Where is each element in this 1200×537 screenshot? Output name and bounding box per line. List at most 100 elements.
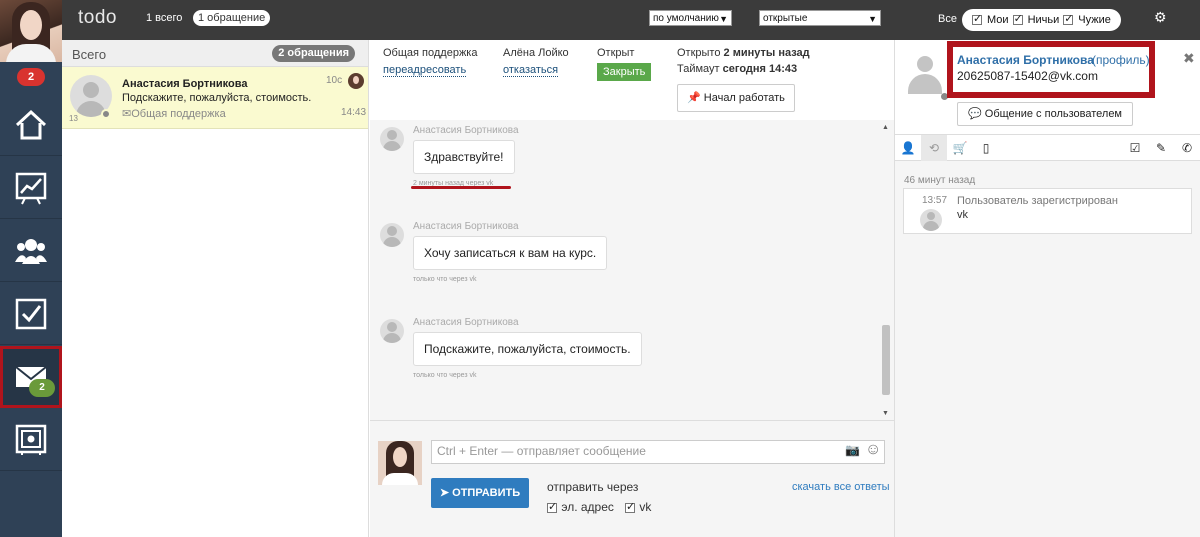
sender-avatar: [380, 223, 404, 247]
safe-icon: [15, 424, 47, 455]
sort-select[interactable]: по умолчанию ▼: [649, 10, 732, 26]
ticket-panel: Общая поддержка переадресовать Алёна Лой…: [370, 40, 894, 537]
scroll-down-icon[interactable]: ▼: [882, 410, 889, 417]
send-via-email[interactable]: эл. адрес: [547, 500, 614, 514]
user-tabs: 👤 ⟲ 🛒 ▯ ☑ ✎ ✆: [895, 134, 1200, 161]
queue-name: Общая поддержка: [131, 108, 226, 120]
message-author: Анастасия Бортникова: [413, 317, 519, 328]
message-author: Анастасия Бортникова: [413, 221, 519, 232]
timeout-info: Таймаут сегодня 14:43: [677, 63, 810, 75]
forward-link[interactable]: переадресовать: [383, 64, 467, 77]
emoji-icon[interactable]: ☺: [865, 441, 881, 459]
status-select[interactable]: открытые ▼: [759, 10, 881, 26]
time-ago: 10с: [326, 75, 343, 86]
sender-avatar: [380, 319, 404, 343]
agent-name: Алёна Лойко: [503, 47, 569, 59]
offline-status-dot: [101, 109, 111, 119]
notification-badge[interactable]: 2: [17, 68, 45, 86]
agent-mini-avatar: [348, 73, 364, 89]
download-replies-link[interactable]: скачать все ответы: [792, 481, 890, 493]
close-ticket-button[interactable]: Закрыть: [597, 63, 652, 81]
contact-name: Анастасия Бортникова: [122, 78, 248, 90]
user-icon[interactable]: 👤: [895, 135, 921, 161]
open-count-pill[interactable]: 1 обращение: [193, 10, 271, 26]
reply-composer: Ctrl + Enter — отправляет сообщение 📷 ☺ …: [370, 420, 894, 537]
rail-mail[interactable]: 2: [0, 346, 62, 408]
user-email: 20625087-15402@vk.com: [957, 69, 1098, 83]
send-button[interactable]: ➤ ОТПРАВИТЬ: [431, 478, 529, 508]
email-option-label: эл. адрес: [561, 500, 614, 514]
chat-with-user-button[interactable]: 💬 Общение с пользователем: [957, 102, 1133, 126]
pencil-icon[interactable]: ✎: [1148, 135, 1174, 161]
rail-tasks[interactable]: [0, 283, 62, 345]
history-time-heading: 46 минут назад: [904, 175, 976, 186]
status-label: Открыт: [597, 47, 635, 59]
user-panel: Анастасия Бортникова (профиль) 20625087-…: [894, 40, 1200, 537]
top-bar: todo 1 всего 1 обращение по умолчанию ▼ …: [62, 0, 1200, 40]
history-icon[interactable]: ⟲: [921, 135, 947, 161]
filter-others-label: Чужие: [1078, 14, 1111, 26]
message-author: Анастасия Бортникова: [413, 125, 519, 136]
tasks-icon: [15, 298, 47, 329]
left-rail: 2 2: [0, 0, 62, 537]
message-snippet: Подскажите, пожалуйста, стоимость.: [122, 92, 312, 104]
event-time: 13:57: [922, 195, 948, 206]
message-meta: только что через vk: [413, 276, 477, 283]
filter-others-checkbox[interactable]: [1063, 12, 1073, 25]
message-bubble: Здравствуйте!: [413, 140, 515, 174]
opened-prefix: Открыто: [677, 47, 721, 59]
user-profile-link[interactable]: (профиль): [1092, 53, 1150, 67]
ownership-filters: Мои Ничьи Чужие: [962, 9, 1121, 31]
rail-users[interactable]: [0, 220, 62, 282]
chat-with-user-label: Общение с пользователем: [984, 108, 1122, 120]
conversation-list: Всего 2 обращения 13 Анастасия Бортников…: [62, 40, 369, 537]
close-icon[interactable]: ✖: [1183, 50, 1195, 67]
message-thread: Анастасия Бортникова Здравствуйте! 2 мин…: [370, 120, 880, 420]
list-header-label: Всего: [72, 47, 107, 62]
agent-avatar[interactable]: [0, 0, 62, 62]
timeout-prefix: Таймаут: [677, 63, 720, 75]
opened-info: Открыто 2 минуты назад: [677, 47, 810, 59]
decline-link[interactable]: отказаться: [503, 64, 559, 77]
filter-mine-checkbox[interactable]: [972, 12, 982, 25]
phone-device-icon[interactable]: ▯: [973, 135, 999, 161]
list-item[interactable]: 13 Анастасия Бортникова Подскажите, пожа…: [62, 67, 368, 129]
message-meta: только что через vk: [413, 372, 477, 379]
phone-icon[interactable]: ✆: [1174, 135, 1200, 161]
history-event: 13:57 Пользователь зарегистрирован vk: [903, 188, 1192, 234]
chart-icon: [15, 172, 47, 204]
gear-icon[interactable]: ⚙: [1154, 9, 1167, 26]
user-avatar: [905, 54, 945, 94]
chevron-down-icon: ▼: [719, 14, 728, 24]
reply-input[interactable]: Ctrl + Enter — отправляет сообщение: [431, 440, 885, 464]
message-bubble: Хочу записаться к вам на курс.: [413, 236, 608, 270]
queue-title: Общая поддержка: [383, 47, 478, 59]
start-work-button[interactable]: 📌 Начал работать: [677, 84, 795, 112]
camera-icon[interactable]: 📷: [845, 443, 860, 457]
filter-unassigned-label: Ничьи: [1027, 14, 1060, 26]
send-via-vk[interactable]: vk: [625, 500, 651, 514]
email-checkbox[interactable]: [547, 500, 557, 513]
send-label: ОТПРАВИТЬ: [452, 487, 521, 499]
rail-home[interactable]: [0, 94, 62, 156]
scroll-thumb[interactable]: [882, 325, 890, 395]
event-text: Пользователь зарегистрирован: [957, 195, 1118, 207]
sender-avatar: [380, 127, 404, 151]
user-card: Анастасия Бортникова (профиль) 20625087-…: [895, 40, 1200, 134]
chat-bubble-icon: 💬: [968, 108, 982, 120]
cart-icon[interactable]: 🛒: [947, 135, 973, 161]
chevron-down-icon: ▼: [868, 14, 877, 24]
total-count[interactable]: 1 всего: [146, 12, 182, 24]
vk-checkbox[interactable]: [625, 500, 635, 513]
filter-unassigned-checkbox[interactable]: [1012, 12, 1023, 25]
users-icon: [15, 238, 47, 264]
app-title[interactable]: todo: [78, 7, 117, 29]
highlight-underline: [411, 186, 511, 189]
thread-scrollbar[interactable]: ▲ ▼: [880, 120, 892, 420]
rail-reports[interactable]: [0, 157, 62, 219]
filter-all-label[interactable]: Все: [938, 13, 957, 25]
rail-safe[interactable]: [0, 409, 62, 471]
user-name-link[interactable]: Анастасия Бортникова: [957, 53, 1094, 67]
checkbox-icon[interactable]: ☑: [1122, 135, 1148, 161]
scroll-up-icon[interactable]: ▲: [882, 124, 889, 131]
